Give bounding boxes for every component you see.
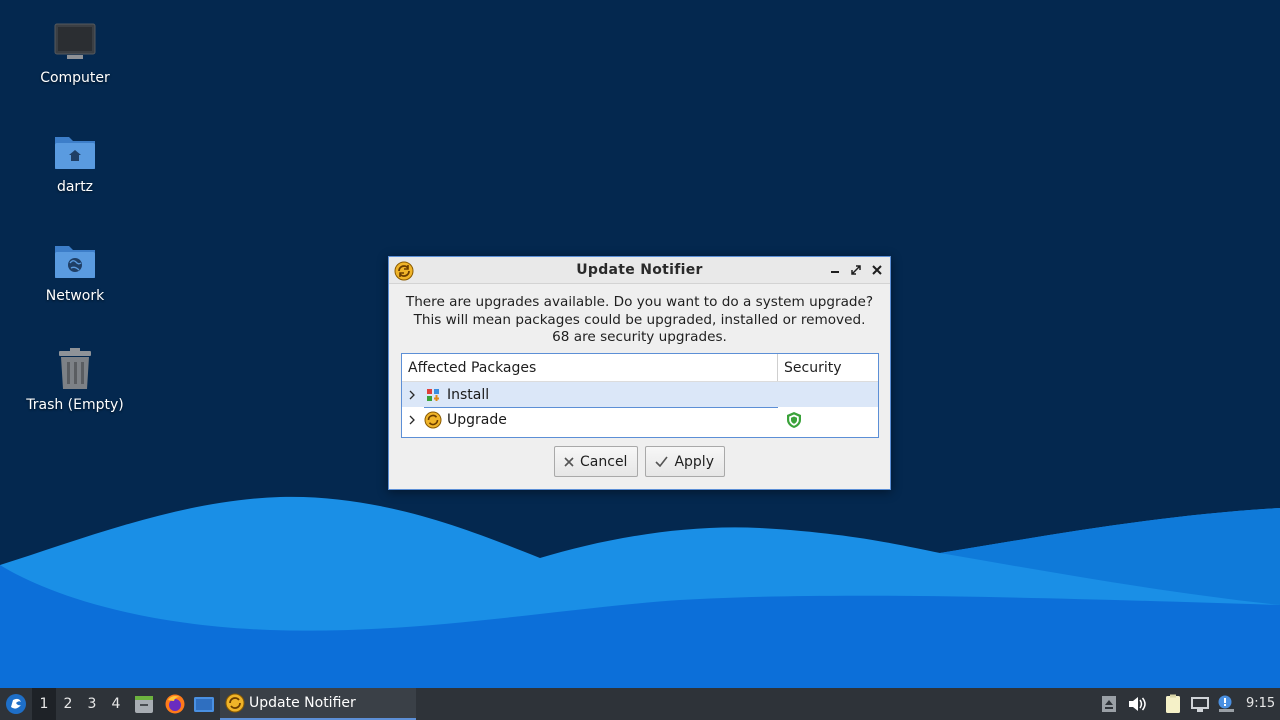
close-icon [564,456,574,467]
message-line: This will mean packages could be upgrade… [413,311,866,328]
tree-header: Affected Packages Security [402,354,878,382]
desktop-icon-label: Computer [40,70,110,86]
dialog-titlebar[interactable]: Update Notifier [389,257,890,284]
workspace-1[interactable]: 1 [32,688,56,720]
expander-chevron-icon[interactable] [402,415,422,425]
file-manager-icon[interactable] [133,693,155,715]
workspace-4[interactable]: 4 [104,688,128,720]
task-label: Update Notifier [249,695,356,711]
row-label: Upgrade [447,411,507,428]
message-line: There are upgrades available. Do you wan… [405,294,874,310]
taskbar-task-update-notifier[interactable]: Update Notifier [220,688,416,720]
workspace-3[interactable]: 3 [80,688,104,720]
trash-icon [51,345,99,393]
clipboard-icon[interactable] [1162,693,1184,715]
dialog-buttons: Cancel Apply [389,446,890,477]
dialog-title: Update Notifier [576,262,703,278]
cancel-label: Cancel [580,453,628,470]
desktop-icon-trash[interactable]: Trash (Empty) [15,345,135,413]
eject-icon[interactable] [1098,693,1120,715]
minimize-button[interactable] [828,263,842,277]
desktop-icon-computer[interactable]: Computer [15,18,135,86]
maximize-button[interactable] [849,263,863,277]
computer-icon [51,18,99,66]
packages-tree[interactable]: Affected Packages Security Install Upgra… [401,353,879,438]
desktop-icon-home[interactable]: dartz [15,127,135,195]
volume-icon[interactable] [1126,693,1148,715]
install-icon [424,386,442,404]
network-monitor-icon[interactable] [1189,693,1211,715]
apply-label: Apply [674,453,714,470]
start-menu-icon[interactable] [4,692,28,716]
desktop-icon-network[interactable]: Network [15,236,135,304]
desktop-icon-label: Network [45,288,105,304]
update-notifier-icon [225,693,245,713]
clock[interactable]: 9:15 [1246,688,1275,720]
desktop-icon-label: dartz [56,179,94,195]
security-shield-icon [786,411,806,429]
taskbar: 1 2 3 4 Update Notifier 9:15 [0,688,1280,720]
column-affected-packages[interactable]: Affected Packages [402,354,778,381]
expander-chevron-icon[interactable] [402,390,422,400]
row-label: Install [447,386,490,403]
cancel-button[interactable]: Cancel [554,446,639,477]
close-button[interactable] [870,263,884,277]
firefox-icon[interactable] [164,693,186,715]
tree-row-install[interactable]: Install [402,382,878,408]
desktop-icon-label: Trash (Empty) [26,397,124,413]
apply-button[interactable]: Apply [645,446,725,477]
dialog-message: There are upgrades available. Do you wan… [389,294,890,347]
column-security[interactable]: Security [778,354,842,381]
home-folder-icon [51,127,99,175]
upgrade-icon [424,411,442,429]
workspace-2[interactable]: 2 [56,688,80,720]
update-notifier-icon [394,261,414,281]
checkmark-icon [655,456,669,467]
show-desktop-icon[interactable] [193,693,215,715]
message-line: 68 are security upgrades. [552,329,727,345]
tree-row-upgrade[interactable]: Upgrade [402,407,878,432]
network-folder-icon [51,236,99,284]
update-notification-icon[interactable] [1215,693,1237,715]
update-notifier-dialog: Update Notifier There are upgrades avail… [388,256,891,490]
